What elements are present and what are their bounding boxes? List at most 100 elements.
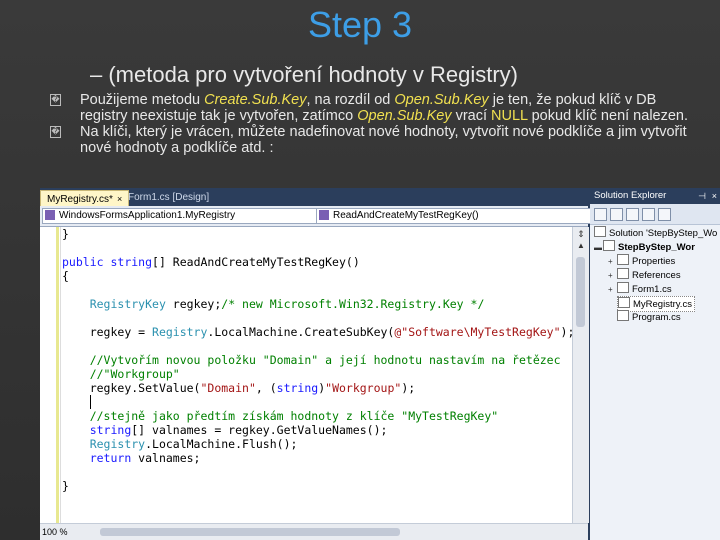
keyword: string xyxy=(89,423,132,437)
bullet-text: vrací xyxy=(451,108,492,124)
tab-label: MyRegistry.cs* xyxy=(47,194,113,205)
form-icon xyxy=(617,282,629,293)
code-token: ); xyxy=(401,381,416,395)
tree-item-label: Program.cs xyxy=(632,312,681,323)
tree-item-project[interactable]: ▬ StepByStep_Wor xyxy=(594,240,695,254)
method-name: Create.Sub.Key xyxy=(204,92,307,108)
code-line: //stejně jako předtím získám hodnoty z k… xyxy=(62,409,499,423)
code-comment: /* new Microsoft.Win32.Registry.Key */ xyxy=(221,297,485,311)
code-line xyxy=(62,395,98,409)
code-token: [] ReadAndCreateMyTestRegKey() xyxy=(152,255,360,269)
navigation-bar: WindowsFormsApplication1.MyRegistry ▼ Re… xyxy=(40,206,602,227)
string-literal: "Domain" xyxy=(200,381,256,395)
pin-icon[interactable]: ⊣ xyxy=(698,188,706,204)
code-token: } xyxy=(62,227,69,241)
code-line: //Vytvořím novou položku "Domain" a její… xyxy=(62,353,561,367)
code-line: } xyxy=(62,227,69,241)
code-line: return valnames; xyxy=(62,451,201,465)
code-line: } xyxy=(62,479,69,493)
code-token: [] valnames = regkey.GetValueNames(); xyxy=(131,423,388,437)
tab-myregistry[interactable]: MyRegistry.cs* × xyxy=(40,190,130,207)
expand-icon[interactable]: + xyxy=(608,269,617,283)
tree-item-program[interactable]: Program.cs xyxy=(617,310,681,324)
vertical-scrollbar[interactable]: ⇕ ▲ xyxy=(572,227,589,523)
code-comment: //Vytvořím novou položku "Domain" a její… xyxy=(89,353,561,367)
code-token: , ( xyxy=(255,381,277,395)
bullet-text: pokud klíč není nalezen. xyxy=(527,108,689,124)
bullet-text: Použijeme metodu xyxy=(80,92,205,108)
keyword: return xyxy=(89,451,132,465)
solution-icon xyxy=(594,226,606,237)
view-code-icon[interactable] xyxy=(642,208,655,221)
solution-explorer-title-bar: Solution Explorer ⊣ × xyxy=(590,188,720,204)
code-token: { xyxy=(62,269,69,283)
tab-form1-design[interactable]: Form1.cs [Design] xyxy=(122,190,215,206)
type-name: Registry xyxy=(152,325,208,339)
tree-item-label: Properties xyxy=(632,256,676,267)
csharp-file-icon xyxy=(617,310,629,321)
bullet-item-1: � Použijeme metodu Create.Sub.Key, na ro… xyxy=(50,92,690,124)
references-icon xyxy=(617,268,629,279)
document-tabs: MyRegistry.cs* × Form1.cs [Design] xyxy=(40,188,588,207)
zoom-level[interactable]: 100 % xyxy=(42,525,68,539)
null-keyword: NULL xyxy=(491,108,528,124)
type-name: RegistryKey xyxy=(89,297,166,311)
split-handle-icon[interactable]: ⇕ xyxy=(576,229,586,239)
tree-item-label: StepByStep_Wor xyxy=(618,242,695,253)
string-literal: @"Software\MyTestRegKey" xyxy=(394,325,561,339)
tree-item-references[interactable]: + References xyxy=(608,268,681,282)
code-token: .LocalMachine.CreateSubKey( xyxy=(207,325,395,339)
change-indicator-bar xyxy=(56,227,59,523)
bullet-marker-icon: � xyxy=(50,126,61,138)
view-designer-icon[interactable] xyxy=(658,208,671,221)
horizontal-scroll-thumb[interactable] xyxy=(100,528,400,536)
code-line: Registry.LocalMachine.Flush(); xyxy=(62,437,298,451)
tab-label: Form1.cs [Design] xyxy=(128,192,210,203)
tree-item-solution[interactable]: Solution 'StepByStep_Wo xyxy=(594,226,717,240)
bullet-text: , na rozdíl od xyxy=(306,92,395,108)
panel-title: Solution Explorer xyxy=(594,190,667,201)
collapse-icon[interactable]: ▬ xyxy=(594,241,603,255)
close-icon[interactable]: × xyxy=(712,188,717,204)
tree-item-label: MyRegistry.cs xyxy=(633,299,692,310)
code-editor[interactable]: } public string [] ReadAndCreateMyTestReg… xyxy=(40,227,572,523)
tree-item-label: Form1.cs xyxy=(632,284,672,295)
string-literal: "Workgroup" xyxy=(325,381,402,395)
scroll-up-icon[interactable]: ▲ xyxy=(575,241,587,251)
code-token: valnames; xyxy=(131,451,201,465)
keyword: public xyxy=(62,255,104,269)
ide-screenshot: MyRegistry.cs* × Form1.cs [Design] Window… xyxy=(40,188,720,540)
class-icon xyxy=(45,210,55,220)
keyword: string xyxy=(276,381,319,395)
code-token: regkey; xyxy=(165,297,222,311)
folder-icon xyxy=(617,254,629,265)
method-name: Open.Sub.Key xyxy=(394,92,489,108)
horizontal-scrollbar[interactable]: 100 % xyxy=(40,523,588,540)
show-all-files-icon[interactable] xyxy=(610,208,623,221)
code-line: string[] valnames = regkey.GetValueNames… xyxy=(62,423,388,437)
code-line: //"Workgroup" xyxy=(62,367,180,381)
code-line: { xyxy=(62,269,69,283)
solution-explorer: Solution Explorer ⊣ × Solution 'StepBySt… xyxy=(590,188,720,540)
scroll-thumb[interactable] xyxy=(576,257,585,327)
bullet-text: Na klíči, který je vrácen, můžete nadefi… xyxy=(80,124,687,156)
text-cursor xyxy=(89,395,98,409)
type-dropdown[interactable]: WindowsFormsApplication1.MyRegistry ▼ xyxy=(42,208,328,224)
type-dropdown-value: WindowsFormsApplication1.MyRegistry xyxy=(59,210,236,221)
csharp-file-icon xyxy=(618,297,630,308)
code-text: } public string [] ReadAndCreateMyTestReg… xyxy=(62,227,572,523)
code-comment: //"Workgroup" xyxy=(89,367,180,381)
type-name: Registry xyxy=(89,437,146,451)
tree-item-form1[interactable]: + Form1.cs xyxy=(608,282,672,296)
expand-icon[interactable]: + xyxy=(608,255,617,269)
member-dropdown[interactable]: ReadAndCreateMyTestRegKey() ▼ xyxy=(316,208,602,224)
refresh-icon[interactable] xyxy=(626,208,639,221)
slide-title: Step 3 xyxy=(307,4,413,45)
bullet-list: � Použijeme metodu Create.Sub.Key, na ro… xyxy=(50,92,690,156)
expand-icon[interactable]: + xyxy=(608,283,617,297)
tree-item-properties[interactable]: + Properties xyxy=(608,254,675,268)
code-comment: //stejně jako předtím získám hodnoty z k… xyxy=(89,409,499,423)
member-dropdown-value: ReadAndCreateMyTestRegKey() xyxy=(333,210,479,221)
code-token: regkey.SetValue( xyxy=(89,381,201,395)
properties-icon[interactable] xyxy=(594,208,607,221)
